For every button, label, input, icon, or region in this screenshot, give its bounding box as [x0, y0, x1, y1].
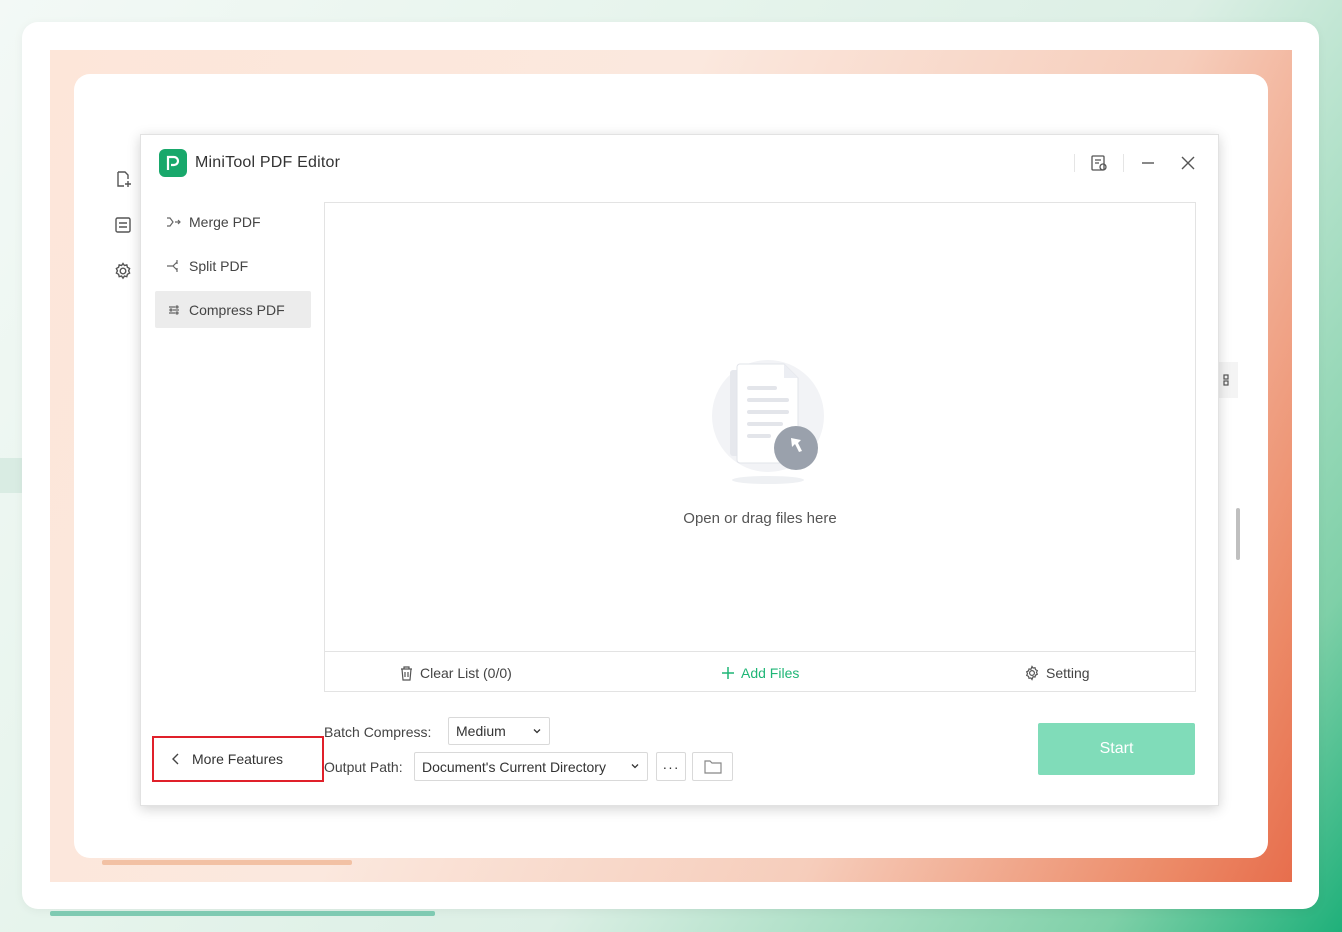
batch-compress-value: Medium	[456, 723, 506, 739]
nav-item-split-pdf[interactable]: Split PDF	[155, 247, 311, 284]
open-folder-button[interactable]	[692, 752, 733, 781]
more-features-button[interactable]: More Features	[152, 736, 324, 782]
start-button[interactable]: Start	[1038, 723, 1195, 775]
chevron-down-icon	[533, 729, 541, 734]
folder-icon	[703, 760, 722, 774]
nav-item-label: Merge PDF	[189, 213, 261, 230]
feature-nav: Merge PDF Split PDF Compress PDF	[155, 203, 311, 335]
chevron-down-icon	[631, 764, 639, 769]
output-path-value: Document's Current Directory	[422, 758, 606, 775]
compress-icon	[165, 301, 183, 319]
batch-compress-select[interactable]: Medium	[448, 717, 550, 745]
folder-file-icon[interactable]	[112, 214, 134, 236]
setting-gear-icon	[1025, 664, 1039, 681]
setting-label: Setting	[1046, 664, 1090, 681]
background-sidebar	[112, 168, 136, 306]
split-icon	[165, 257, 183, 275]
app-logo-icon	[159, 149, 187, 177]
title-bar: MiniTool PDF Editor	[141, 135, 1218, 193]
add-files-button[interactable]: Add Files	[721, 652, 799, 693]
decorative-bar-orange	[102, 860, 352, 865]
add-files-label: Add Files	[741, 664, 800, 681]
close-icon[interactable]	[1176, 151, 1200, 175]
grid-icon[interactable]	[1218, 362, 1238, 398]
more-features-label: More Features	[192, 751, 284, 767]
app-title: MiniTool PDF Editor	[195, 154, 341, 171]
drop-zone-text: Open or drag files here	[683, 510, 837, 527]
chevron-left-icon	[172, 753, 180, 765]
batch-compress-label: Batch Compress:	[324, 724, 432, 740]
trash-icon	[401, 665, 412, 681]
clear-list-label: Clear List (0/0)	[420, 664, 512, 681]
nav-item-label: Split PDF	[189, 257, 249, 274]
file-drop-zone[interactable]: Open or drag files here Clear List (0/0)…	[324, 202, 1196, 692]
merge-icon	[165, 213, 183, 231]
browse-more-button[interactable]: ···	[656, 752, 686, 781]
plus-icon	[722, 666, 734, 679]
new-file-icon[interactable]	[112, 168, 134, 190]
output-path-label: Output Path:	[324, 759, 403, 775]
window-controls	[1062, 151, 1200, 175]
background-strip	[0, 458, 22, 493]
divider	[1123, 154, 1124, 172]
setting-button[interactable]: Setting	[1024, 652, 1090, 693]
settings-gear-icon[interactable]	[112, 260, 134, 282]
decorative-bar-green	[50, 911, 435, 916]
app-window: MiniTool PDF Editor Merge PDF Split PDF …	[140, 134, 1219, 806]
minimize-icon[interactable]	[1136, 151, 1160, 175]
divider	[1074, 154, 1075, 172]
drop-zone-content[interactable]: Open or drag files here	[325, 203, 1195, 652]
nav-item-label: Compress PDF	[189, 301, 285, 318]
nav-item-merge-pdf[interactable]: Merge PDF	[155, 203, 311, 240]
file-list-toolbar: Clear List (0/0) Add Files Setting	[325, 651, 1195, 692]
clear-list-button[interactable]: Clear List (0/0)	[399, 652, 512, 693]
nav-item-compress-pdf[interactable]: Compress PDF	[155, 291, 311, 328]
document-upload-illustration	[712, 360, 824, 484]
scrollbar-thumb[interactable]	[1236, 508, 1240, 560]
feedback-icon[interactable]	[1087, 151, 1111, 175]
more-dots-icon: ···	[662, 758, 680, 775]
output-path-select[interactable]: Document's Current Directory	[414, 752, 648, 781]
